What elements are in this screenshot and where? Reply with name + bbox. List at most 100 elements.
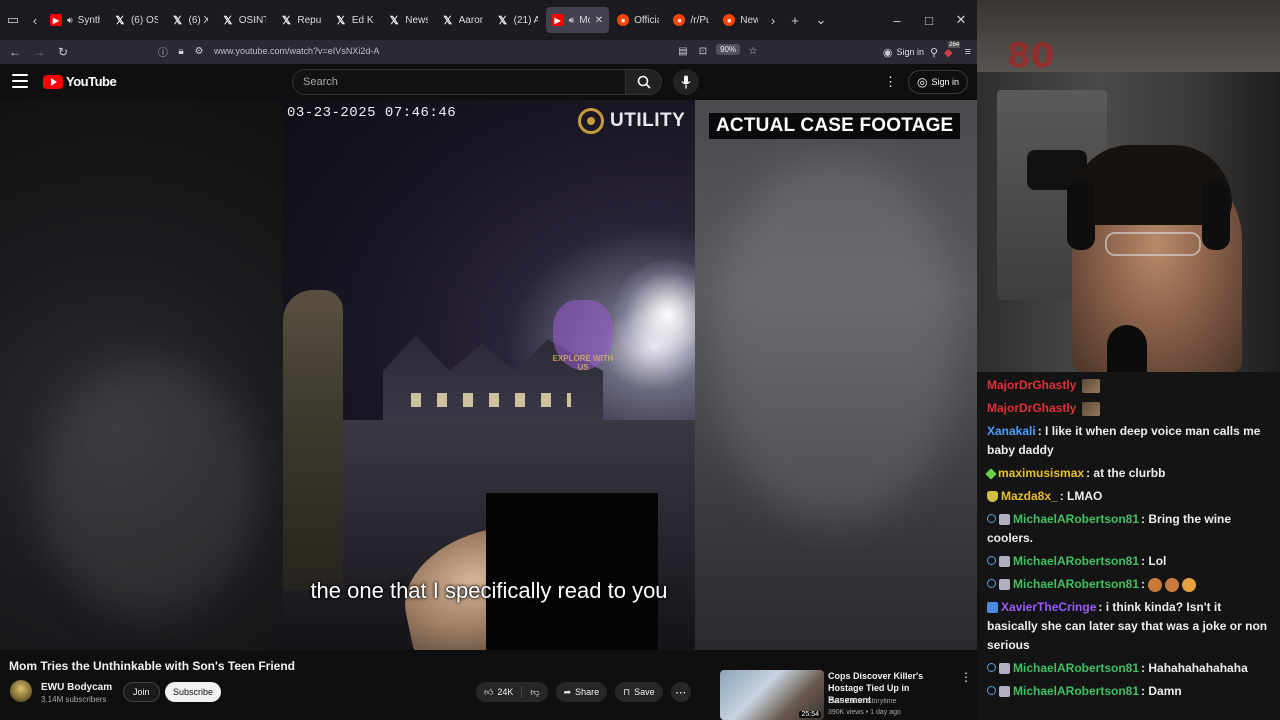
recommended-menu-icon[interactable]: ⋮ — [960, 670, 972, 684]
browser-tab[interactable]: ▶ 🔊︎ Mo ✕ — [545, 7, 610, 33]
tab-label: (6) X — [188, 14, 208, 26]
frame-badge: 80 — [1007, 36, 1055, 76]
browser-tab[interactable]: 𝕏 (21) A — [491, 7, 544, 33]
chat-username[interactable]: MichaelARobertson81 — [1013, 661, 1139, 675]
chat-text: Damn — [1148, 684, 1182, 698]
prime-badge-icon — [987, 602, 998, 614]
x-favicon-icon: 𝕏 — [173, 14, 182, 27]
recommended-thumbnail[interactable]: 25:54 — [720, 670, 824, 720]
video-player[interactable]: EXPLORE WITH US 03-23-2025 07:46:46 UTIL… — [0, 100, 977, 650]
tab-scroll-right-icon[interactable]: › — [764, 7, 782, 33]
chat-username[interactable]: MajorDrGhastly — [987, 378, 1076, 392]
guide-menu-icon[interactable] — [12, 74, 28, 88]
cam-badge-icon — [999, 514, 1010, 526]
chat-message: MajorDrGhastly — [987, 399, 1274, 418]
close-window-icon[interactable]: ✕ — [945, 12, 977, 28]
like-button[interactable]: 👍︎ 24K — [476, 682, 522, 702]
bodycam-timestamp: 03-23-2025 07:46:46 — [287, 105, 457, 121]
search-button[interactable] — [625, 69, 662, 95]
more-actions-icon[interactable]: ⋯ — [670, 682, 691, 702]
utility-icon — [578, 108, 604, 134]
bodycam-footage: EXPLORE WITH US — [283, 100, 695, 650]
x-favicon-icon: 𝕏 — [223, 14, 233, 27]
extensions-icon[interactable]: ⚲ — [930, 46, 938, 59]
chat-username[interactable]: Xanakali — [987, 424, 1036, 438]
chat-message: MichaelARobertson81: Damn — [987, 682, 1274, 701]
case-footage-banner: ACTUAL CASE FOOTAGE — [709, 113, 961, 139]
save-button[interactable]: ⊓ Save — [615, 682, 663, 702]
account-signin-label: Sign in — [896, 47, 925, 57]
menu-icon[interactable]: ≡ — [965, 46, 971, 58]
ublock-icon[interactable]: ◆ 264 — [944, 41, 961, 59]
chat-username[interactable]: MichaelARobertson81 — [1013, 684, 1139, 698]
permissions-icon[interactable]: ⚙ — [190, 46, 208, 57]
bookmark-star-icon[interactable]: ☆ — [744, 46, 762, 57]
browser-tab[interactable]: ▶ 🔊︎ Synth — [44, 7, 106, 33]
browser-tab[interactable]: ● New — [717, 7, 764, 33]
maximize-icon[interactable]: □ — [913, 13, 945, 28]
dislike-button[interactable]: 👎︎ — [522, 682, 548, 702]
x-favicon-icon: 𝕏 — [115, 14, 125, 27]
chat-username[interactable]: MichaelARobertson81 — [1013, 577, 1139, 591]
speaker-icon[interactable]: 🔊︎ — [67, 15, 73, 26]
forward-icon[interactable]: → — [27, 41, 51, 63]
chat-panel: MajorDrGhastly MajorDrGhastly Xanakali: I … — [977, 372, 1280, 720]
blurred-side-left — [0, 100, 283, 650]
search-input[interactable] — [293, 70, 625, 94]
browser-tab[interactable]: ● /r/Pu — [667, 7, 715, 33]
youtube-favicon-icon: ▶ — [551, 14, 564, 26]
join-button[interactable]: Join — [123, 682, 160, 702]
account-signin[interactable]: ◉ Sign in — [883, 46, 924, 59]
browser-tab[interactable]: 𝕏 News — [382, 7, 433, 33]
channel-avatar[interactable] — [10, 680, 32, 702]
speaker-icon[interactable]: 🔊︎ — [569, 15, 575, 26]
url-bar[interactable]: ⓘ 🔒︎ ⚙ www.youtube.com/watch?v=eIVsNXi2d… — [154, 41, 834, 61]
browser-tab[interactable]: 𝕏 OSINT — [216, 7, 273, 33]
chat-separator: : — [1141, 577, 1149, 591]
page-action-icon[interactable]: ⊡ — [694, 46, 712, 57]
browser-tab[interactable]: 𝕏 Ed Kr — [329, 7, 380, 33]
chat-username[interactable]: XavierTheCringe — [1001, 600, 1096, 614]
settings-kebab-icon[interactable]: ⋮ — [884, 72, 897, 92]
utility-logo: UTILITY — [578, 108, 685, 134]
save-label: Save — [634, 687, 655, 697]
lock-icon[interactable]: 🔒︎ — [172, 46, 190, 57]
chat-username[interactable]: maximusismax — [998, 466, 1084, 480]
chat-username[interactable]: MichaelARobertson81 — [1013, 554, 1139, 568]
browser-tab[interactable]: 𝕏 (6) X — [166, 7, 214, 33]
browser-tab[interactable]: 𝕏 (6) OS — [108, 7, 164, 33]
zoom-level[interactable]: 90% — [716, 44, 741, 55]
tab-overflow-icon[interactable]: ⌄ — [808, 7, 834, 33]
back-icon[interactable]: ← — [3, 41, 27, 63]
chat-username[interactable]: Mazda8x_ — [1001, 489, 1058, 503]
minimize-icon[interactable]: – — [881, 13, 913, 28]
reload-icon[interactable]: ↻ — [51, 41, 75, 63]
browser-tab[interactable]: 𝕏 Aaron — [436, 7, 489, 33]
microphone — [1107, 325, 1147, 372]
chat-message: MichaelARobertson81: Bring the wine cool… — [987, 510, 1274, 548]
webcam-feed: 80 — [977, 0, 1280, 372]
tab-list-icon[interactable]: ▭ — [0, 7, 26, 33]
chat-username[interactable]: MichaelARobertson81 — [1013, 512, 1139, 526]
video-info: Mom Tries the Unthinkable with Son's Tee… — [0, 650, 977, 720]
video-caption: the one that I specifically read to you — [310, 578, 668, 603]
url-text[interactable]: www.youtube.com/watch?v=eIVsNXi2d-A — [214, 46, 379, 56]
youtube-signin-button[interactable]: ◎ Sign in — [908, 70, 968, 94]
reader-view-icon[interactable]: ▤ — [674, 46, 692, 57]
share-button[interactable]: ➦ Share — [555, 682, 608, 702]
x-favicon-icon: 𝕏 — [281, 14, 291, 27]
browser-tab[interactable]: ● Officia — [611, 7, 665, 33]
reddit-favicon-icon: ● — [617, 14, 630, 26]
recommended-video[interactable]: 25:54 Cops Discover Killer's Hostage Tie… — [720, 670, 977, 720]
close-tab-icon[interactable]: ✕ — [595, 15, 603, 26]
tab-scroll-left-icon[interactable]: ‹ — [26, 7, 44, 33]
reddit-favicon-icon: ● — [723, 14, 736, 26]
subscribe-button[interactable]: Subscribe — [165, 682, 222, 702]
youtube-logo[interactable]: YouTube — [43, 74, 117, 89]
voice-search-button[interactable] — [673, 69, 699, 95]
new-tab-icon[interactable]: + — [782, 7, 808, 33]
info-icon[interactable]: ⓘ — [154, 44, 172, 59]
browser-tab[interactable]: 𝕏 Repul — [274, 7, 326, 33]
chat-username[interactable]: MajorDrGhastly — [987, 401, 1076, 415]
channel-name[interactable]: EWU Bodycam — [41, 682, 112, 693]
